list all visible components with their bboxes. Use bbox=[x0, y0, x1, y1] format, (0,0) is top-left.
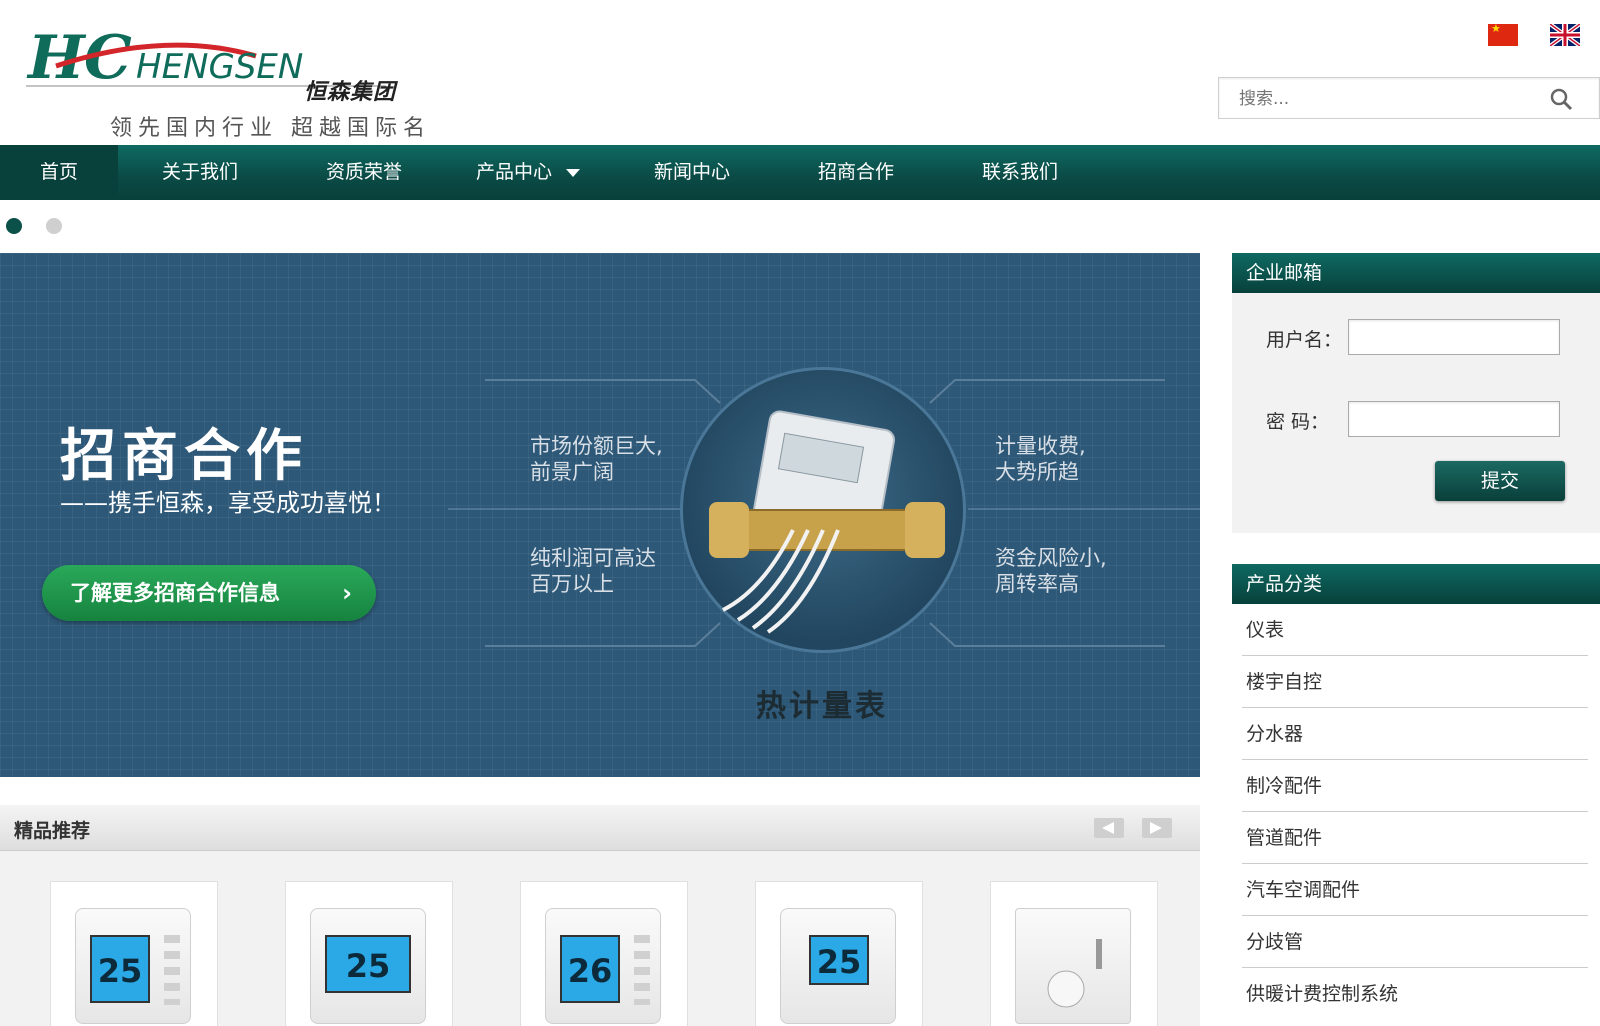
nav-honors[interactable]: 资质荣誉 bbox=[282, 145, 446, 200]
product-categories-panel: 产品分类 仪表 楼宇自控 分水器 制冷配件 管道配件 汽车空调配件 分歧管 供暖… bbox=[1232, 564, 1600, 1026]
page: H C HENGSEN 恒森集团 领先国内行业 超越国际名牌 bbox=[0, 0, 1600, 1026]
category-item[interactable]: 楼宇自控 bbox=[1242, 656, 1588, 708]
feature-text-1: 市场份额巨大, 前景广阔 bbox=[530, 434, 663, 484]
enterprise-mail-panel: 企业邮箱 用户名： 密 码： 提交 bbox=[1232, 253, 1600, 533]
nav-products-label: 产品中心 bbox=[475, 161, 552, 183]
next-arrow-icon[interactable] bbox=[1142, 818, 1172, 838]
lcd-temp: 25 bbox=[809, 935, 869, 985]
category-item[interactable]: 供暖计费控制系统 bbox=[1242, 968, 1588, 1020]
chinese-flag-icon[interactable] bbox=[1488, 22, 1518, 46]
nav-contact[interactable]: 联系我们 bbox=[938, 145, 1102, 200]
category-item[interactable]: 分歧管 bbox=[1242, 916, 1588, 968]
product-card-1[interactable]: 25 bbox=[50, 881, 218, 1026]
category-item[interactable]: 分水器 bbox=[1242, 708, 1588, 760]
banner-subtitle: ——携手恒森，享受成功喜悦！ bbox=[60, 489, 396, 517]
lcd-temp: 25 bbox=[90, 935, 150, 1003]
language-flags bbox=[1480, 22, 1600, 48]
lcd-temp: 26 bbox=[560, 935, 620, 1003]
product-card-3[interactable]: 26 bbox=[520, 881, 688, 1026]
search-box bbox=[1218, 77, 1600, 119]
featured-products: 25 25 26 25 bbox=[0, 851, 1200, 1026]
header: H C HENGSEN 恒森集团 领先国内行业 超越国际名牌 bbox=[0, 0, 1600, 173]
nav-about[interactable]: 关于我们 bbox=[118, 145, 282, 200]
search-input[interactable] bbox=[1239, 87, 1539, 111]
nav-cooperation[interactable]: 招商合作 bbox=[774, 145, 938, 200]
feature-text-2: 计量收费, 大势所趋 bbox=[995, 434, 1086, 484]
nav-news[interactable]: 新闻中心 bbox=[610, 145, 774, 200]
thermostat-image: 25 bbox=[310, 908, 426, 1024]
product-card-5[interactable] bbox=[990, 881, 1158, 1026]
search-icon[interactable] bbox=[1549, 87, 1573, 111]
category-item[interactable]: 制冷配件 bbox=[1242, 760, 1588, 812]
product-card-4[interactable]: 25 bbox=[755, 881, 923, 1026]
logo-text: HENGSEN bbox=[136, 47, 303, 87]
thermostat-image bbox=[1015, 908, 1131, 1024]
password-input[interactable] bbox=[1348, 401, 1560, 437]
product-card-2[interactable]: 25 bbox=[285, 881, 453, 1026]
mail-panel-title: 企业邮箱 bbox=[1232, 253, 1600, 293]
submit-button[interactable]: 提交 bbox=[1435, 461, 1565, 501]
learn-more-label: 了解更多招商合作信息 bbox=[70, 581, 280, 605]
thermostat-image: 26 bbox=[545, 908, 661, 1024]
logo-cn-text: 恒森集团 bbox=[304, 79, 397, 105]
slider-dot-2[interactable] bbox=[46, 218, 62, 234]
prev-arrow-icon[interactable] bbox=[1094, 818, 1124, 838]
category-item[interactable]: 管道配件 bbox=[1242, 812, 1588, 864]
hero-banner[interactable]: 招商合作 ——携手恒森，享受成功喜悦！ 了解更多招商合作信息 › 市场份额巨大,… bbox=[0, 253, 1200, 777]
banner-title: 招商合作 bbox=[60, 424, 308, 489]
nav-home[interactable]: 首页 bbox=[0, 145, 118, 200]
heat-meter-image bbox=[709, 410, 945, 634]
username-label: 用户名： bbox=[1266, 329, 1343, 351]
slider-dot-1[interactable] bbox=[6, 218, 22, 234]
english-flag-icon[interactable] bbox=[1550, 24, 1580, 46]
product-circle bbox=[680, 367, 966, 653]
thermostat-image: 25 bbox=[75, 908, 191, 1024]
main-nav: 首页 关于我们 资质荣誉 产品中心 新闻中心 招商合作 联系我们 bbox=[0, 145, 1600, 200]
nav-products[interactable]: 产品中心 bbox=[446, 145, 610, 200]
chevron-down-icon bbox=[566, 168, 580, 177]
username-input[interactable] bbox=[1348, 319, 1560, 355]
categories-title: 产品分类 bbox=[1232, 564, 1600, 604]
lcd-temp: 25 bbox=[325, 935, 411, 993]
featured-title: 精品推荐 bbox=[14, 820, 91, 842]
category-item[interactable]: 汽车空调配件 bbox=[1242, 864, 1588, 916]
learn-more-button[interactable]: 了解更多招商合作信息 › bbox=[42, 565, 376, 621]
product-label: 热计量表 bbox=[756, 689, 888, 724]
thermostat-image: 25 bbox=[780, 908, 896, 1024]
feature-text-3: 纯利润可高达 百万以上 bbox=[530, 546, 656, 596]
featured-header: 精品推荐 bbox=[0, 805, 1200, 851]
password-label: 密 码： bbox=[1266, 411, 1330, 433]
logo[interactable]: H C HENGSEN 恒森集团 领先国内行业 超越国际名牌 bbox=[26, 20, 446, 173]
chevron-right-icon: › bbox=[342, 579, 352, 607]
feature-text-4: 资金风险小, 周转率高 bbox=[995, 546, 1107, 596]
category-item[interactable]: 仪表 bbox=[1242, 604, 1588, 656]
